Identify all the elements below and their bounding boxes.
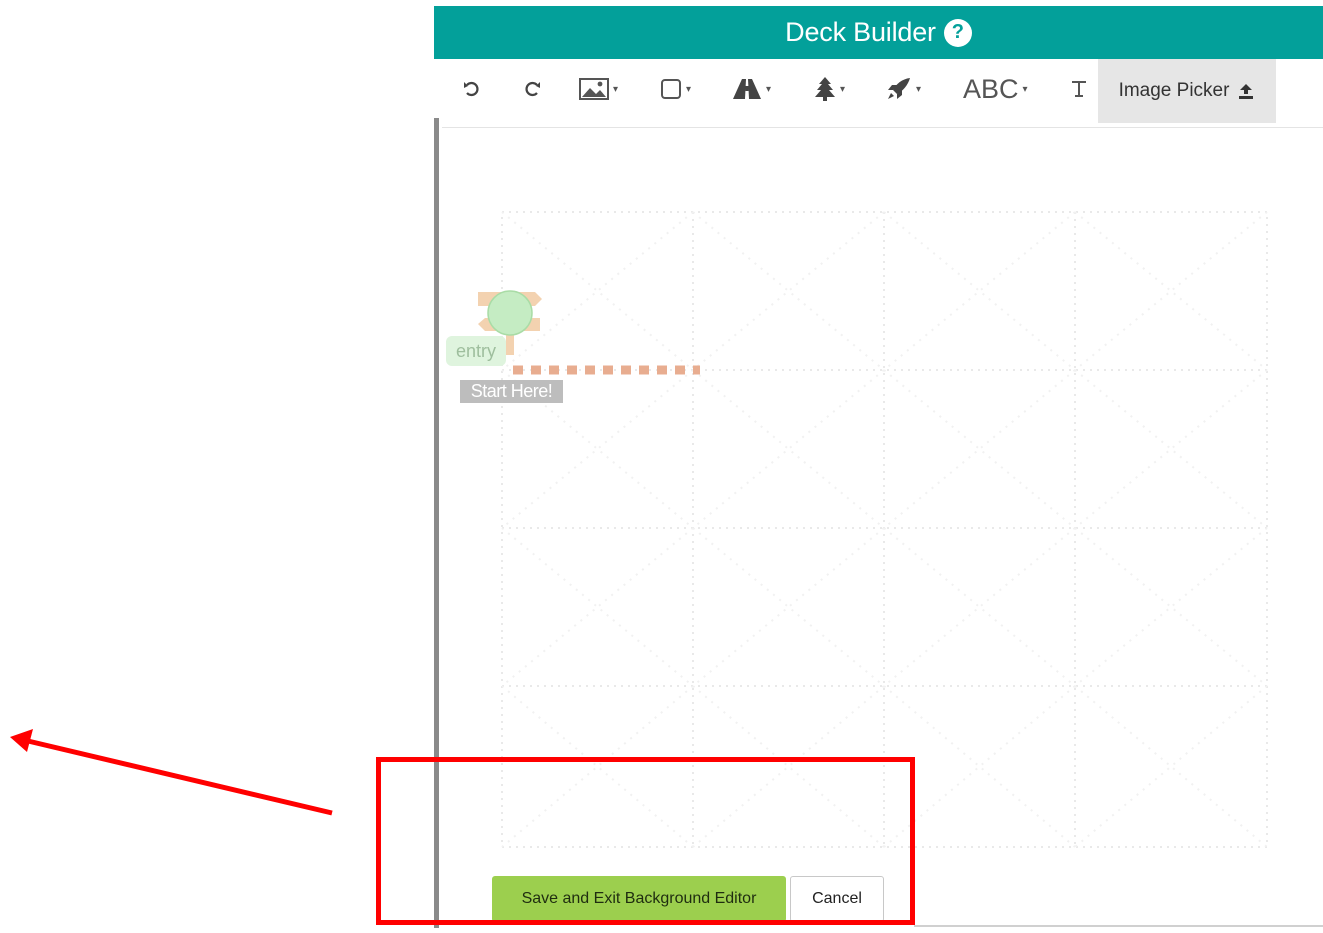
upload-icon bbox=[1239, 84, 1254, 99]
image-menu[interactable]: ▾ bbox=[579, 59, 618, 119]
entry-label: entry bbox=[446, 336, 506, 366]
chevron-down-icon: ▾ bbox=[840, 83, 846, 95]
text-tool-label: ABC bbox=[963, 73, 1019, 104]
cancel-button[interactable]: Cancel bbox=[790, 876, 884, 922]
undo-icon bbox=[464, 81, 479, 97]
rocket-menu[interactable]: ▾ bbox=[886, 59, 921, 119]
image-picker-button[interactable]: Image Picker bbox=[1098, 59, 1276, 123]
chevron-down-icon: ▾ bbox=[1022, 83, 1028, 95]
page-title: Deck Builder bbox=[785, 17, 936, 47]
help-icon[interactable]: ? bbox=[943, 18, 972, 47]
road-icon bbox=[733, 79, 761, 99]
text-format-icon bbox=[1072, 81, 1086, 97]
rocket-icon bbox=[888, 78, 910, 99]
image-picker-label: Image Picker bbox=[1118, 80, 1230, 101]
chevron-down-icon: ▾ bbox=[916, 83, 922, 95]
chevron-down-icon: ▾ bbox=[613, 83, 619, 95]
annotation-arrow-icon bbox=[10, 729, 333, 816]
tree-icon bbox=[815, 77, 835, 101]
app-header: Deck Builder ? bbox=[434, 6, 1323, 59]
canvas-grid bbox=[478, 211, 1268, 848]
text-format-button[interactable] bbox=[1070, 59, 1088, 119]
square-icon bbox=[661, 79, 681, 99]
panel-left-border bbox=[434, 118, 439, 928]
start-here-label: Start Here! bbox=[460, 380, 563, 403]
redo-button[interactable] bbox=[522, 59, 542, 119]
shape-menu[interactable]: ▾ bbox=[660, 59, 691, 119]
text-tool-menu[interactable]: ABC ▾ bbox=[963, 59, 1028, 119]
image-icon bbox=[579, 78, 609, 100]
footer-divider bbox=[914, 925, 1323, 927]
save-exit-button[interactable]: Save and Exit Background Editor bbox=[492, 876, 786, 922]
tree-menu[interactable]: ▾ bbox=[814, 59, 845, 119]
chevron-down-icon: ▾ bbox=[686, 83, 692, 95]
road-menu[interactable]: ▾ bbox=[732, 59, 771, 119]
toolbar: ▾ ▾ ▾ ▾ ▾ ABC ▾ Image Picker bbox=[442, 59, 1323, 128]
chevron-down-icon: ▾ bbox=[766, 83, 772, 95]
background-canvas[interactable]: entry Start Here! bbox=[440, 128, 1323, 928]
redo-icon bbox=[525, 81, 540, 97]
undo-button[interactable] bbox=[462, 59, 482, 119]
